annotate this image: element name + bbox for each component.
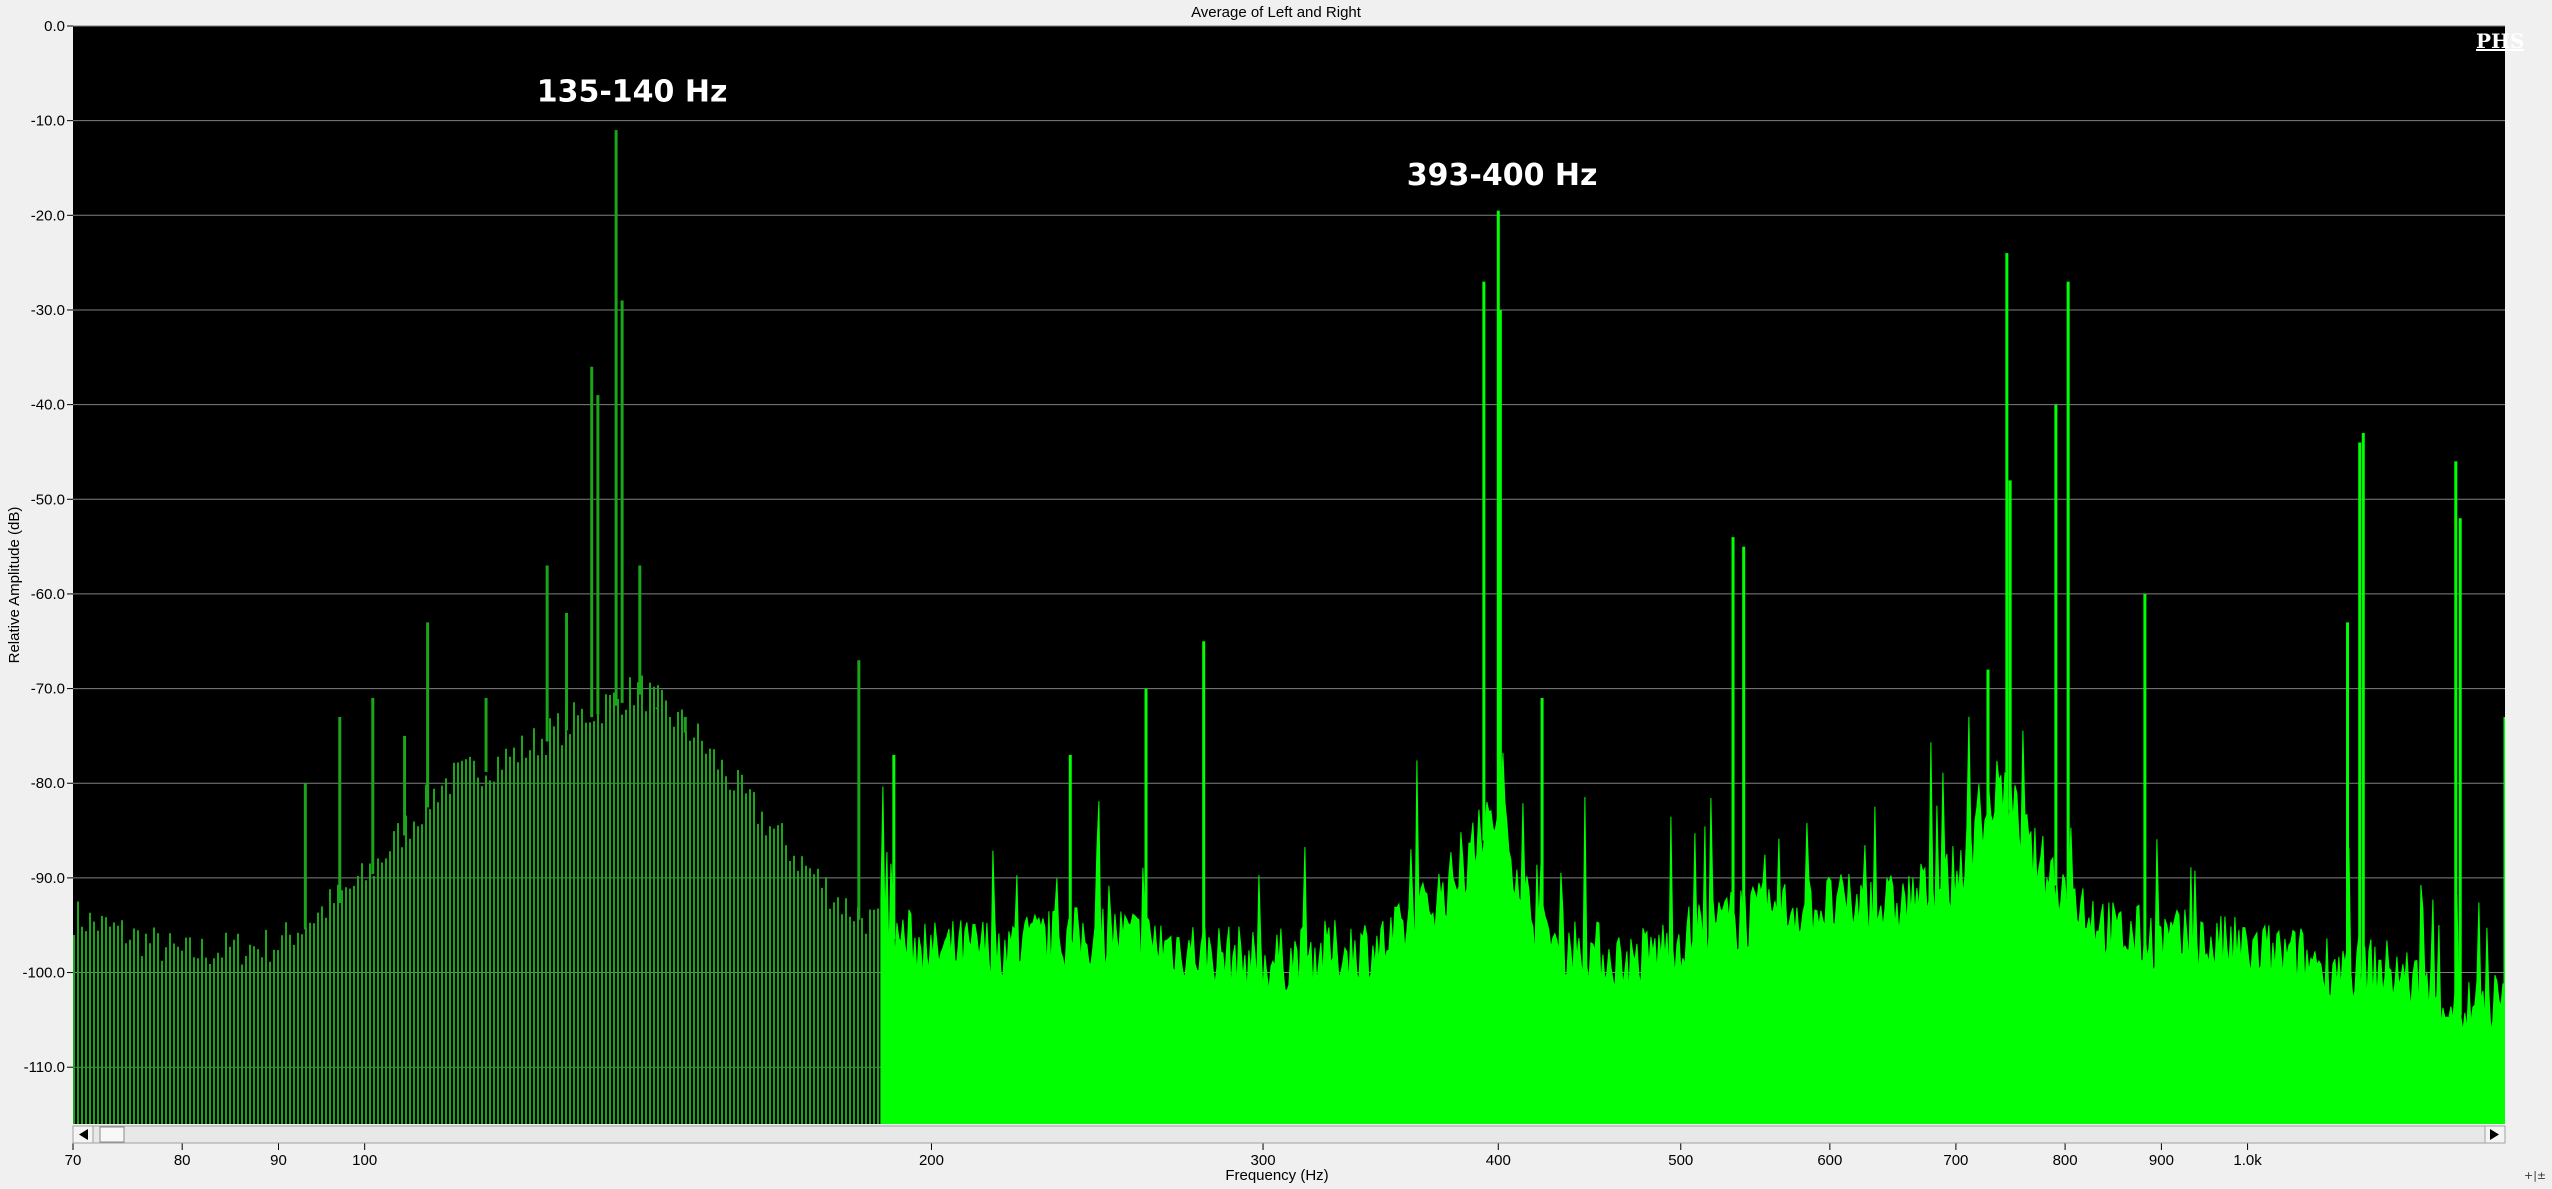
- spectrum-analyzer-window: Average of Left and Right 0.0 -10.0 -20.0-…: [0, 0, 2552, 1189]
- spectrum-plot: 0.0 -10.0 -20.0 -30.0 -40.0 -50.0 -60.0 -70.0 -8…: [6, 18, 2546, 1184]
- x-tick-label: 90: [270, 1152, 287, 1169]
- x-axis-ticks: 70 80 90 100 200 300 400 500 600 700 800 900 1.0k: [65, 1143, 2262, 1169]
- y-tick-label: -20.0: [31, 207, 65, 224]
- zoom-icon[interactable]: +|±: [2524, 1169, 2546, 1182]
- y-tick-label: -60.0: [31, 586, 65, 603]
- peak-annotation: 393-400 Hz: [1407, 158, 1598, 193]
- y-tick-label: -40.0: [31, 397, 65, 414]
- x-tick-label: 600: [1817, 1152, 1842, 1169]
- y-tick-label: -80.0: [31, 775, 65, 792]
- y-tick-label: -90.0: [31, 870, 65, 887]
- x-tick-label: 80: [174, 1152, 191, 1169]
- x-tick-label: 70: [65, 1152, 82, 1169]
- svg-text:+|±: +|±: [2524, 1169, 2546, 1182]
- y-tick-label: 0.0: [44, 18, 65, 35]
- y-axis-ticks: 0.0 -10.0 -20.0 -30.0 -40.0 -50.0 -60.0 -70.0 -8…: [22, 18, 73, 1076]
- x-axis-label: Frequency (Hz): [1225, 1167, 1328, 1184]
- x-tick-label: 100: [352, 1152, 377, 1169]
- phs-watermark: PHS: [2476, 29, 2524, 53]
- x-tick-label: 200: [919, 1152, 944, 1169]
- x-tick-label: 1.0k: [2233, 1152, 2262, 1169]
- y-tick-label: -100.0: [22, 965, 65, 982]
- y-tick-label: -50.0: [31, 491, 65, 508]
- y-tick-label: -10.0: [31, 113, 65, 130]
- y-tick-label: -110.0: [24, 1059, 65, 1076]
- y-axis-label: Relative Amplitude (dB): [6, 507, 23, 664]
- peak-annotation: 135-140 Hz: [537, 75, 728, 110]
- y-tick-label: -70.0: [31, 681, 65, 698]
- x-tick-label: 400: [1486, 1152, 1511, 1169]
- horizontal-scrollbar[interactable]: [72, 1125, 2506, 1144]
- x-tick-label: 700: [1943, 1152, 1968, 1169]
- scrollbar-thumb[interactable]: [99, 1126, 125, 1143]
- x-tick-label: 900: [2149, 1152, 2174, 1169]
- x-tick-label: 800: [2053, 1152, 2078, 1169]
- x-tick-label: 500: [1668, 1152, 1693, 1169]
- y-tick-label: -30.0: [31, 302, 65, 319]
- scrollbar-track[interactable]: [72, 1125, 2506, 1144]
